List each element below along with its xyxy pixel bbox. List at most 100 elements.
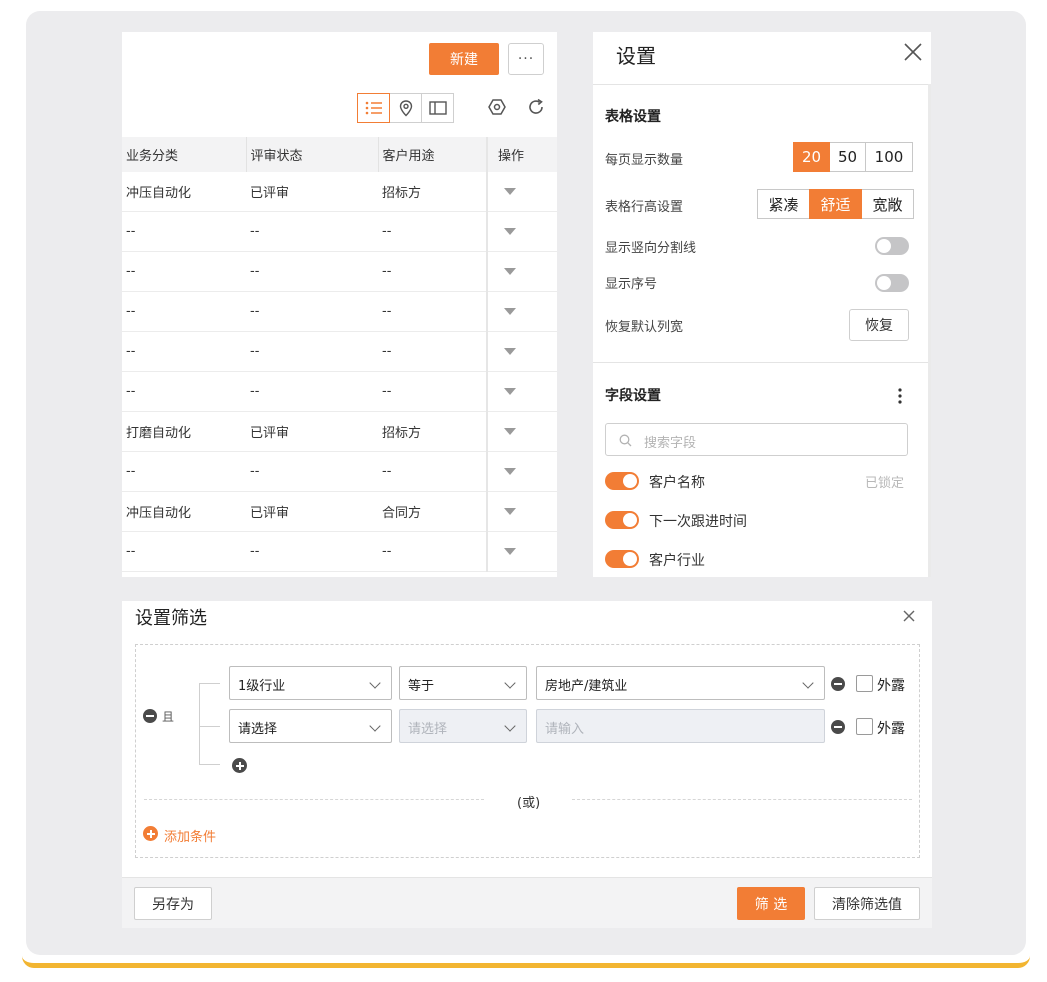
table-cell: 打磨自动化 [122, 411, 246, 452]
table-cell: -- [122, 371, 246, 412]
search-placeholder: 搜索字段 [644, 436, 697, 451]
row-height-option[interactable]: 宽敞 [861, 189, 914, 219]
refresh-button[interactable] [525, 96, 547, 118]
row-height-option[interactable]: 紧凑 [757, 189, 810, 219]
table-row[interactable]: -- -- -- [122, 371, 557, 412]
dropdown-caret-icon[interactable] [504, 548, 516, 555]
table-cell: -- [122, 211, 246, 252]
table-row[interactable]: -- -- -- [122, 251, 557, 292]
row-action-cell [486, 331, 557, 372]
list-view-button[interactable] [357, 93, 390, 123]
vertical-divider-toggle[interactable] [875, 237, 909, 255]
dropdown-caret-icon[interactable] [504, 228, 516, 235]
field-toggle-next-followup[interactable] [605, 511, 639, 529]
table-row[interactable]: -- -- -- [122, 451, 557, 492]
filter-title: 设置筛选 [135, 608, 207, 629]
table-row[interactable]: -- -- -- [122, 531, 557, 572]
divider [593, 84, 931, 85]
field-toggle-customer-industry[interactable] [605, 550, 639, 568]
dropdown-caret-icon[interactable] [504, 268, 516, 275]
dropdown-caret-icon[interactable] [504, 428, 516, 435]
field-select[interactable]: 请选择 [229, 709, 392, 743]
operator-select[interactable]: 等于 [399, 666, 527, 700]
more-button[interactable]: ··· [508, 43, 544, 75]
remove-condition-button[interactable] [831, 677, 845, 691]
input-placeholder: 请输入 [545, 722, 585, 737]
settings-panel: 设置 表格设置 每页显示数量 20 50 100 表格行高设置 紧凑 舒适 宽敞… [593, 32, 931, 577]
table-cell: 已评审 [246, 172, 378, 212]
field-toggle-customer-name[interactable] [605, 472, 639, 490]
settings-title: 设置 [616, 44, 656, 68]
table-panel: 新建 ··· 业务分类 评审状态 客户用途 操作 冲压自动化 已评审 招标方 -… [122, 32, 557, 577]
table-settings-button[interactable] [486, 96, 508, 118]
column-header[interactable]: 操作 [486, 137, 557, 172]
new-button[interactable]: 新建 [429, 43, 499, 75]
panel-view-button[interactable] [421, 93, 454, 123]
row-action-cell [486, 411, 557, 452]
dropdown-caret-icon[interactable] [504, 348, 516, 355]
add-condition-link[interactable]: 添加条件 [164, 826, 216, 845]
page-size-option[interactable]: 50 [829, 142, 866, 172]
dropdown-caret-icon[interactable] [504, 308, 516, 315]
chevron-down-icon [369, 720, 381, 732]
dropdown-caret-icon[interactable] [504, 388, 516, 395]
settings-scrollbar[interactable] [928, 84, 931, 577]
remove-group-button[interactable] [143, 709, 157, 723]
field-select[interactable]: 1级行业 [229, 666, 392, 700]
expose-checkbox[interactable] [856, 718, 873, 735]
expose-checkbox[interactable] [856, 675, 873, 692]
map-view-button[interactable] [389, 93, 422, 123]
row-action-cell [486, 211, 557, 252]
restore-width-label: 恢复默认列宽 [605, 320, 684, 335]
close-icon [904, 43, 922, 61]
table-cell: -- [122, 251, 246, 292]
filter-panel: 设置筛选 且 1级行业 等于 房地产/建筑业 外露 请选择 请选择 请输入 外露 [122, 601, 932, 928]
row-height-option[interactable]: 舒适 [809, 189, 862, 219]
save-as-button[interactable]: 另存为 [134, 887, 212, 920]
remove-condition-button[interactable] [831, 720, 845, 734]
table-row[interactable]: 冲压自动化 已评审 招标方 [122, 172, 557, 212]
apply-filter-button[interactable]: 筛 选 [737, 887, 805, 920]
column-header[interactable]: 客户用途 [378, 137, 487, 172]
add-row-button[interactable] [232, 758, 247, 773]
table-cell: -- [378, 291, 487, 332]
restore-button[interactable]: 恢复 [849, 309, 909, 341]
table-cell: -- [122, 331, 246, 372]
row-action-cell [486, 451, 557, 492]
search-icon [619, 434, 632, 447]
field-search-input[interactable]: 搜索字段 [605, 423, 908, 456]
close-icon [903, 610, 915, 622]
table-row[interactable]: -- -- -- [122, 291, 557, 332]
field-menu-button[interactable] [897, 387, 903, 405]
column-header[interactable]: 业务分类 [122, 137, 247, 172]
filter-close-button[interactable] [902, 608, 916, 622]
table-row[interactable]: -- -- -- [122, 331, 557, 372]
dropdown-caret-icon[interactable] [504, 468, 516, 475]
clear-filter-button[interactable]: 清除筛选值 [814, 887, 920, 920]
settings-close-button[interactable] [902, 41, 924, 63]
operator-select-disabled: 请选择 [399, 709, 527, 743]
table-cell: -- [378, 371, 487, 412]
column-header[interactable]: 评审状态 [246, 137, 379, 172]
vertical-dots-icon [898, 388, 902, 404]
table-row[interactable]: 冲压自动化 已评审 合同方 [122, 491, 557, 532]
add-condition-icon[interactable] [143, 826, 158, 841]
value-select[interactable]: 房地产/建筑业 [536, 666, 825, 700]
page-size-option[interactable]: 20 [793, 142, 830, 172]
expose-label: 外露 [877, 678, 905, 694]
table-row[interactable]: 打磨自动化 已评审 招标方 [122, 411, 557, 452]
table-cell: 招标方 [378, 411, 487, 452]
panel-icon [428, 101, 447, 115]
row-action-cell [486, 172, 557, 212]
table-cell: -- [378, 451, 487, 492]
table-cell: 已评审 [246, 491, 378, 532]
row-action-cell [486, 371, 557, 412]
show-index-toggle[interactable] [875, 274, 909, 292]
table-row[interactable]: -- -- -- [122, 211, 557, 252]
settings-hexagon-icon [488, 99, 506, 115]
dropdown-caret-icon[interactable] [504, 508, 516, 515]
page-size-selector: 20 50 100 [793, 142, 913, 172]
page-size-option[interactable]: 100 [865, 142, 913, 172]
row-action-cell [486, 531, 557, 572]
dropdown-caret-icon[interactable] [504, 188, 516, 195]
